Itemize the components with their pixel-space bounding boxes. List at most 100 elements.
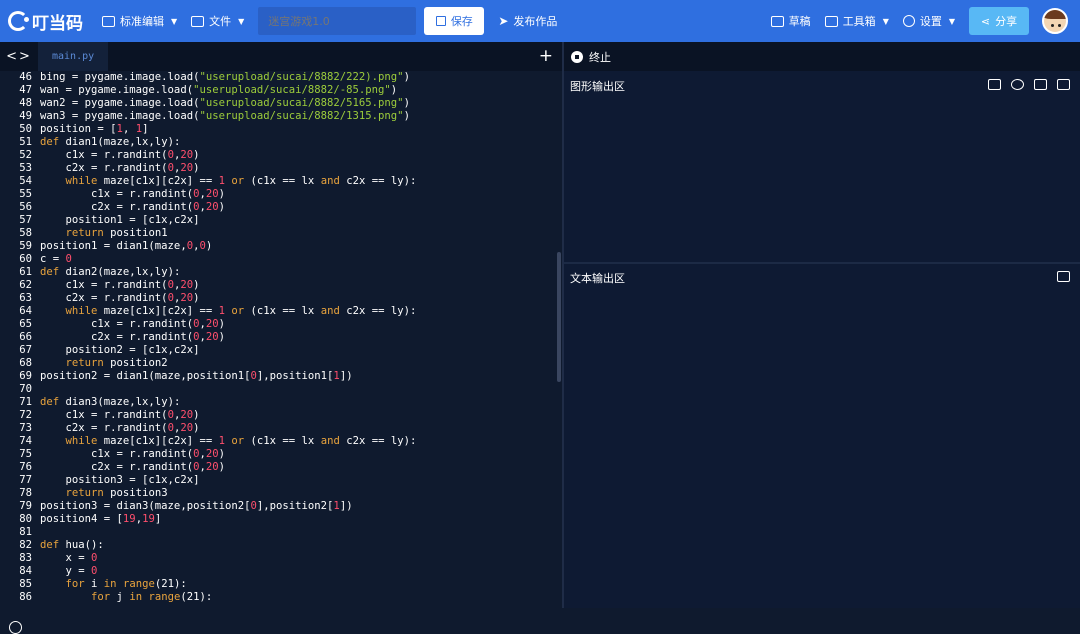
stop-icon[interactable] <box>571 50 583 63</box>
stop-button[interactable]: 终止 <box>589 49 611 65</box>
code-text: for i in range(21): <box>65 578 187 590</box>
code-line[interactable]: 52 c1x = r.randint(0,20) <box>0 149 563 162</box>
chevron-down-icon: ▼ <box>882 16 889 26</box>
share-button[interactable]: ⋖ 分享 <box>969 7 1029 35</box>
code-text: position3 = [c1x,c2x] <box>40 474 200 486</box>
code-line[interactable]: 55 c1x = r.randint(0,20) <box>0 188 563 201</box>
line-number: 46 <box>19 71 32 83</box>
code-text: c2x = r.randint(0,20) <box>40 461 226 473</box>
chevron-down-icon: ▼ <box>948 16 955 26</box>
line-number: 85 <box>19 578 32 590</box>
code-line[interactable]: 76 c2x = r.randint(0,20) <box>0 461 563 474</box>
code-text: wan2 = pygame.image.load("userupload/suc… <box>40 97 410 109</box>
code-line[interactable]: 85 for i in range(21): <box>0 578 563 591</box>
clear-icon[interactable] <box>1057 271 1070 282</box>
code-line[interactable]: 56 c2x = r.randint(0,20) <box>0 201 563 214</box>
code-text: c2x = r.randint(0,20) <box>40 422 200 434</box>
line-number: 78 <box>19 487 32 499</box>
code-line[interactable]: 47 wan = pygame.image.load("userupload/su… <box>0 84 563 97</box>
code-text: wan3 = pygame.image.load("userupload/suc… <box>40 110 410 122</box>
code-text: c1x = r.randint(0,20) <box>40 318 226 330</box>
code-line[interactable]: 67 position2 = [c1x,c2x] <box>0 344 563 357</box>
code-line[interactable]: 74 while maze[c1x][c2x] == 1 or (c1x == … <box>0 435 563 448</box>
tab-main-py[interactable]: main.py <box>38 42 109 71</box>
code-line[interactable]: 82 def hua(): <box>0 539 563 552</box>
fullscreen-icon[interactable] <box>988 79 1001 90</box>
line-number: 50 <box>19 123 32 135</box>
project-title-input[interactable] <box>258 7 417 35</box>
line-number: 82 <box>19 539 32 551</box>
line-number: 49 <box>19 110 32 122</box>
add-file-icon[interactable]: + <box>539 46 553 66</box>
download-icon[interactable] <box>1034 79 1047 90</box>
save-button[interactable]: 保存 <box>424 7 485 35</box>
line-number: 84 <box>19 565 32 577</box>
code-line[interactable]: 51 def dian1(maze,lx,ly): <box>0 136 563 149</box>
code-line[interactable]: 54 while maze[c1x][c2x] == 1 or (c1x == … <box>0 175 563 188</box>
code-text: position3 = dian3(maze,position2[0],posi… <box>40 500 353 512</box>
line-number: 74 <box>19 435 32 447</box>
tab-nav-arrows-icon[interactable]: <> <box>0 49 38 64</box>
mode-menu[interactable]: 标准编辑 ▼ <box>102 13 177 29</box>
code-line[interactable]: 79 position3 = dian3(maze,position2[0],po… <box>0 500 563 513</box>
monitor-icon <box>102 15 115 27</box>
editor-scrollbar[interactable] <box>557 252 561 382</box>
code-line[interactable]: 69 position2 = dian1(maze,position1[0],po… <box>0 370 563 383</box>
code-text: y = 0 <box>40 565 98 577</box>
code-text: bing = pygame.image.load("userupload/suc… <box>40 71 410 83</box>
clear-icon[interactable] <box>1057 79 1070 90</box>
code-line[interactable]: 63 c2x = r.randint(0,20) <box>0 292 563 305</box>
code-line[interactable]: 71 def dian3(maze,lx,ly): <box>0 396 563 409</box>
code-area[interactable]: 46 bing = pygame.image.load("userupload/s… <box>0 71 563 608</box>
code-line[interactable]: 64 while maze[c1x][c2x] == 1 or (c1x == … <box>0 305 563 318</box>
code-line[interactable]: 62 c1x = r.randint(0,20) <box>0 279 563 292</box>
code-text: while maze[c1x][c2x] == 1 or (c1x == lx … <box>65 435 417 447</box>
refresh-icon[interactable] <box>1011 79 1024 90</box>
code-text: def hua(): <box>40 539 104 551</box>
code-line[interactable]: 53 c2x = r.randint(0,20) <box>0 162 563 175</box>
console-toggle-icon[interactable] <box>9 621 22 634</box>
code-line[interactable]: 78 return position3 <box>0 487 563 500</box>
code-line[interactable]: 49 wan3 = pygame.image.load("userupload/s… <box>0 110 563 123</box>
code-line[interactable]: 81 <box>0 526 563 539</box>
code-line[interactable]: 68 return position2 <box>0 357 563 370</box>
code-line[interactable]: 86 for j in range(21): <box>0 591 563 604</box>
line-number: 79 <box>19 500 32 512</box>
line-number: 68 <box>19 357 32 369</box>
code-line[interactable]: 80 position4 = [19,19] <box>0 513 563 526</box>
draft-button[interactable]: 草稿 <box>770 13 811 29</box>
code-line[interactable]: 73 c2x = r.randint(0,20) <box>0 422 563 435</box>
line-number: 59 <box>19 240 32 252</box>
code-line[interactable]: 48 wan2 = pygame.image.load("userupload/s… <box>0 97 563 110</box>
code-line[interactable]: 58 return position1 <box>0 227 563 240</box>
toolbox-menu[interactable]: 工具箱 ▼ <box>824 13 889 29</box>
code-line[interactable]: 57 position1 = [c1x,c2x] <box>0 214 563 227</box>
settings-menu[interactable]: 设置 ▼ <box>902 13 955 29</box>
publish-button[interactable]: ➤ 发布作品 <box>498 13 557 29</box>
chevron-down-icon: ▼ <box>171 16 178 26</box>
app-logo[interactable]: 叮当码 <box>8 9 92 34</box>
code-line[interactable]: 59 position1 = dian1(maze,0,0) <box>0 240 563 253</box>
code-line[interactable]: 60 c = 0 <box>0 253 563 266</box>
avatar[interactable] <box>1042 8 1068 34</box>
code-line[interactable]: 75 c1x = r.randint(0,20) <box>0 448 563 461</box>
line-number: 64 <box>19 305 32 317</box>
code-line[interactable]: 77 position3 = [c1x,c2x] <box>0 474 563 487</box>
code-line[interactable]: 65 c1x = r.randint(0,20) <box>0 318 563 331</box>
code-line[interactable]: 84 y = 0 <box>0 565 563 578</box>
code-line[interactable]: 70 <box>0 383 563 396</box>
line-number: 76 <box>19 461 32 473</box>
code-line[interactable]: 83 x = 0 <box>0 552 563 565</box>
code-line[interactable]: 46 bing = pygame.image.load("userupload/s… <box>0 71 563 84</box>
code-text: position2 = dian1(maze,position1[0],posi… <box>40 370 353 382</box>
code-text: x = 0 <box>40 552 98 564</box>
code-line[interactable]: 72 c1x = r.randint(0,20) <box>0 409 563 422</box>
code-line[interactable]: 66 c2x = r.randint(0,20) <box>0 331 563 344</box>
output-divider[interactable] <box>564 262 1080 264</box>
settings-label: 设置 <box>919 15 942 28</box>
code-line[interactable]: 50 position = [1, 1] <box>0 123 563 136</box>
file-menu[interactable]: 文件 ▼ <box>191 13 244 29</box>
logo-text: 叮当码 <box>32 13 83 34</box>
code-line[interactable]: 61 def dian2(maze,lx,ly): <box>0 266 563 279</box>
